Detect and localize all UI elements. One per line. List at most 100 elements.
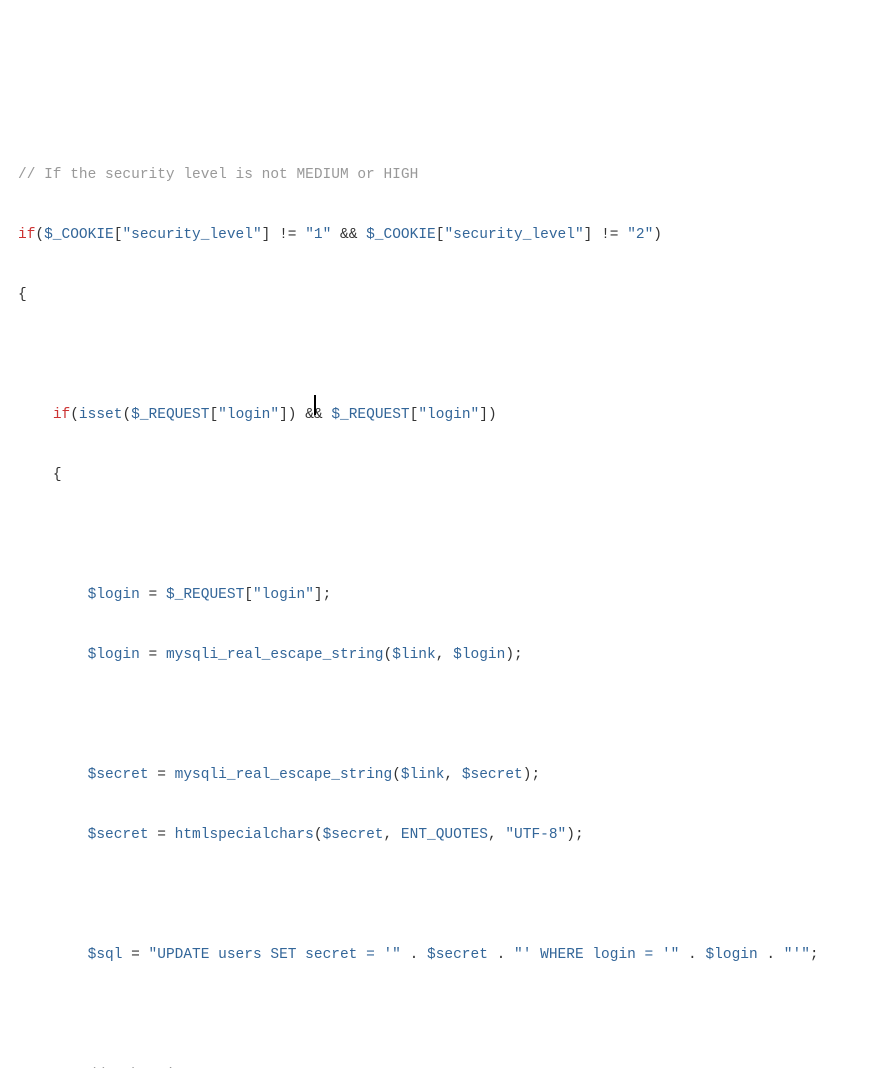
- semicolon: ;: [575, 827, 584, 843]
- comma: ,: [436, 647, 453, 663]
- indent: [18, 467, 53, 483]
- code-line: {: [18, 280, 857, 310]
- code-line: [18, 880, 857, 910]
- var-sql: $sql: [88, 947, 123, 963]
- op-assign: =: [140, 647, 166, 663]
- var-login: $login: [88, 647, 140, 663]
- string: "' WHERE login = '": [514, 947, 679, 963]
- string: "1": [305, 227, 331, 243]
- indent: [18, 587, 88, 603]
- var-secret: $secret: [427, 947, 488, 963]
- semicolon: ;: [810, 947, 819, 963]
- var-secret: $secret: [88, 767, 149, 783]
- string: "2": [627, 227, 653, 243]
- op-concat: .: [679, 947, 705, 963]
- var-cookie: $_COOKIE: [366, 227, 436, 243]
- comment: // If the security level is not MEDIUM o…: [18, 167, 418, 183]
- semicolon: ;: [531, 767, 540, 783]
- paren: ): [288, 407, 297, 423]
- paren: ): [523, 767, 532, 783]
- code-block: // If the security level is not MEDIUM o…: [18, 130, 857, 1068]
- const-entquotes: ENT_QUOTES: [401, 827, 488, 843]
- code-line: {: [18, 460, 857, 490]
- paren: ): [505, 647, 514, 663]
- fn-htmlspecialchars: htmlspecialchars: [175, 827, 314, 843]
- op-concat: .: [488, 947, 514, 963]
- paren: ): [488, 407, 497, 423]
- code-line: $secret = htmlspecialchars($secret, ENT_…: [18, 820, 857, 850]
- var-secret: $secret: [462, 767, 523, 783]
- op-and: &&: [331, 227, 366, 243]
- bracket: ]: [279, 407, 288, 423]
- semicolon: ;: [323, 587, 332, 603]
- comma: ,: [444, 767, 461, 783]
- string: "UPDATE users SET secret = '": [149, 947, 401, 963]
- op-assign: =: [140, 587, 166, 603]
- op-assign: =: [149, 767, 175, 783]
- comma: ,: [384, 827, 401, 843]
- indent: [18, 1067, 88, 1068]
- brace: {: [53, 467, 62, 483]
- op-concat: .: [758, 947, 784, 963]
- paren: (: [35, 227, 44, 243]
- bracket: [: [244, 587, 253, 603]
- fn-escape: mysqli_real_escape_string: [175, 767, 393, 783]
- paren: (: [384, 647, 393, 663]
- fn-isset: isset: [79, 407, 123, 423]
- string: "login": [253, 587, 314, 603]
- var-cookie: $_COOKIE: [44, 227, 114, 243]
- paren: (: [122, 407, 131, 423]
- string: "security_level": [444, 227, 583, 243]
- op-assign: =: [122, 947, 148, 963]
- code-line: $secret = mysqli_real_escape_string($lin…: [18, 760, 857, 790]
- bracket: ]: [314, 587, 323, 603]
- paren: ): [653, 227, 662, 243]
- string: "login": [418, 407, 479, 423]
- text-cursor: [314, 395, 316, 415]
- brace: {: [18, 287, 27, 303]
- string: "UTF-8": [505, 827, 566, 843]
- string: "login": [218, 407, 279, 423]
- code-line: $sql = "UPDATE users SET secret = '" . $…: [18, 940, 857, 970]
- indent: [18, 947, 88, 963]
- string: "'": [784, 947, 810, 963]
- keyword-if: if: [53, 407, 70, 423]
- indent: [18, 407, 53, 423]
- string: "security_level": [122, 227, 261, 243]
- var-request: $_REQUEST: [131, 407, 209, 423]
- var-link: $link: [401, 767, 445, 783]
- code-line: [18, 1000, 857, 1030]
- var-link: $link: [392, 647, 436, 663]
- var-request: $_REQUEST: [166, 587, 244, 603]
- code-line: if($_COOKIE["security_level"] != "1" && …: [18, 220, 857, 250]
- var-login: $login: [453, 647, 505, 663]
- paren: ): [566, 827, 575, 843]
- code-line: if(isset($_REQUEST["login"]) && $_REQUES…: [18, 400, 857, 430]
- keyword-if: if: [18, 227, 35, 243]
- op-neq: !=: [270, 227, 305, 243]
- code-line: // Debugging: [18, 1060, 857, 1068]
- bracket: ]: [479, 407, 488, 423]
- indent: [18, 767, 88, 783]
- paren: (: [392, 767, 401, 783]
- indent: [18, 827, 88, 843]
- indent: [18, 647, 88, 663]
- comma: ,: [488, 827, 505, 843]
- fn-escape: mysqli_real_escape_string: [166, 647, 384, 663]
- code-line: [18, 700, 857, 730]
- op-assign: =: [149, 827, 175, 843]
- var-secret: $secret: [323, 827, 384, 843]
- bracket: [: [209, 407, 218, 423]
- var-login: $login: [705, 947, 757, 963]
- var-login: $login: [88, 587, 140, 603]
- op-concat: .: [401, 947, 427, 963]
- op-neq: !=: [592, 227, 627, 243]
- paren: (: [314, 827, 323, 843]
- var-request: $_REQUEST: [331, 407, 409, 423]
- code-line: $login = mysqli_real_escape_string($link…: [18, 640, 857, 670]
- comment: // Debugging: [88, 1067, 192, 1068]
- var-secret: $secret: [88, 827, 149, 843]
- code-line: // If the security level is not MEDIUM o…: [18, 160, 857, 190]
- code-line: [18, 520, 857, 550]
- paren: (: [70, 407, 79, 423]
